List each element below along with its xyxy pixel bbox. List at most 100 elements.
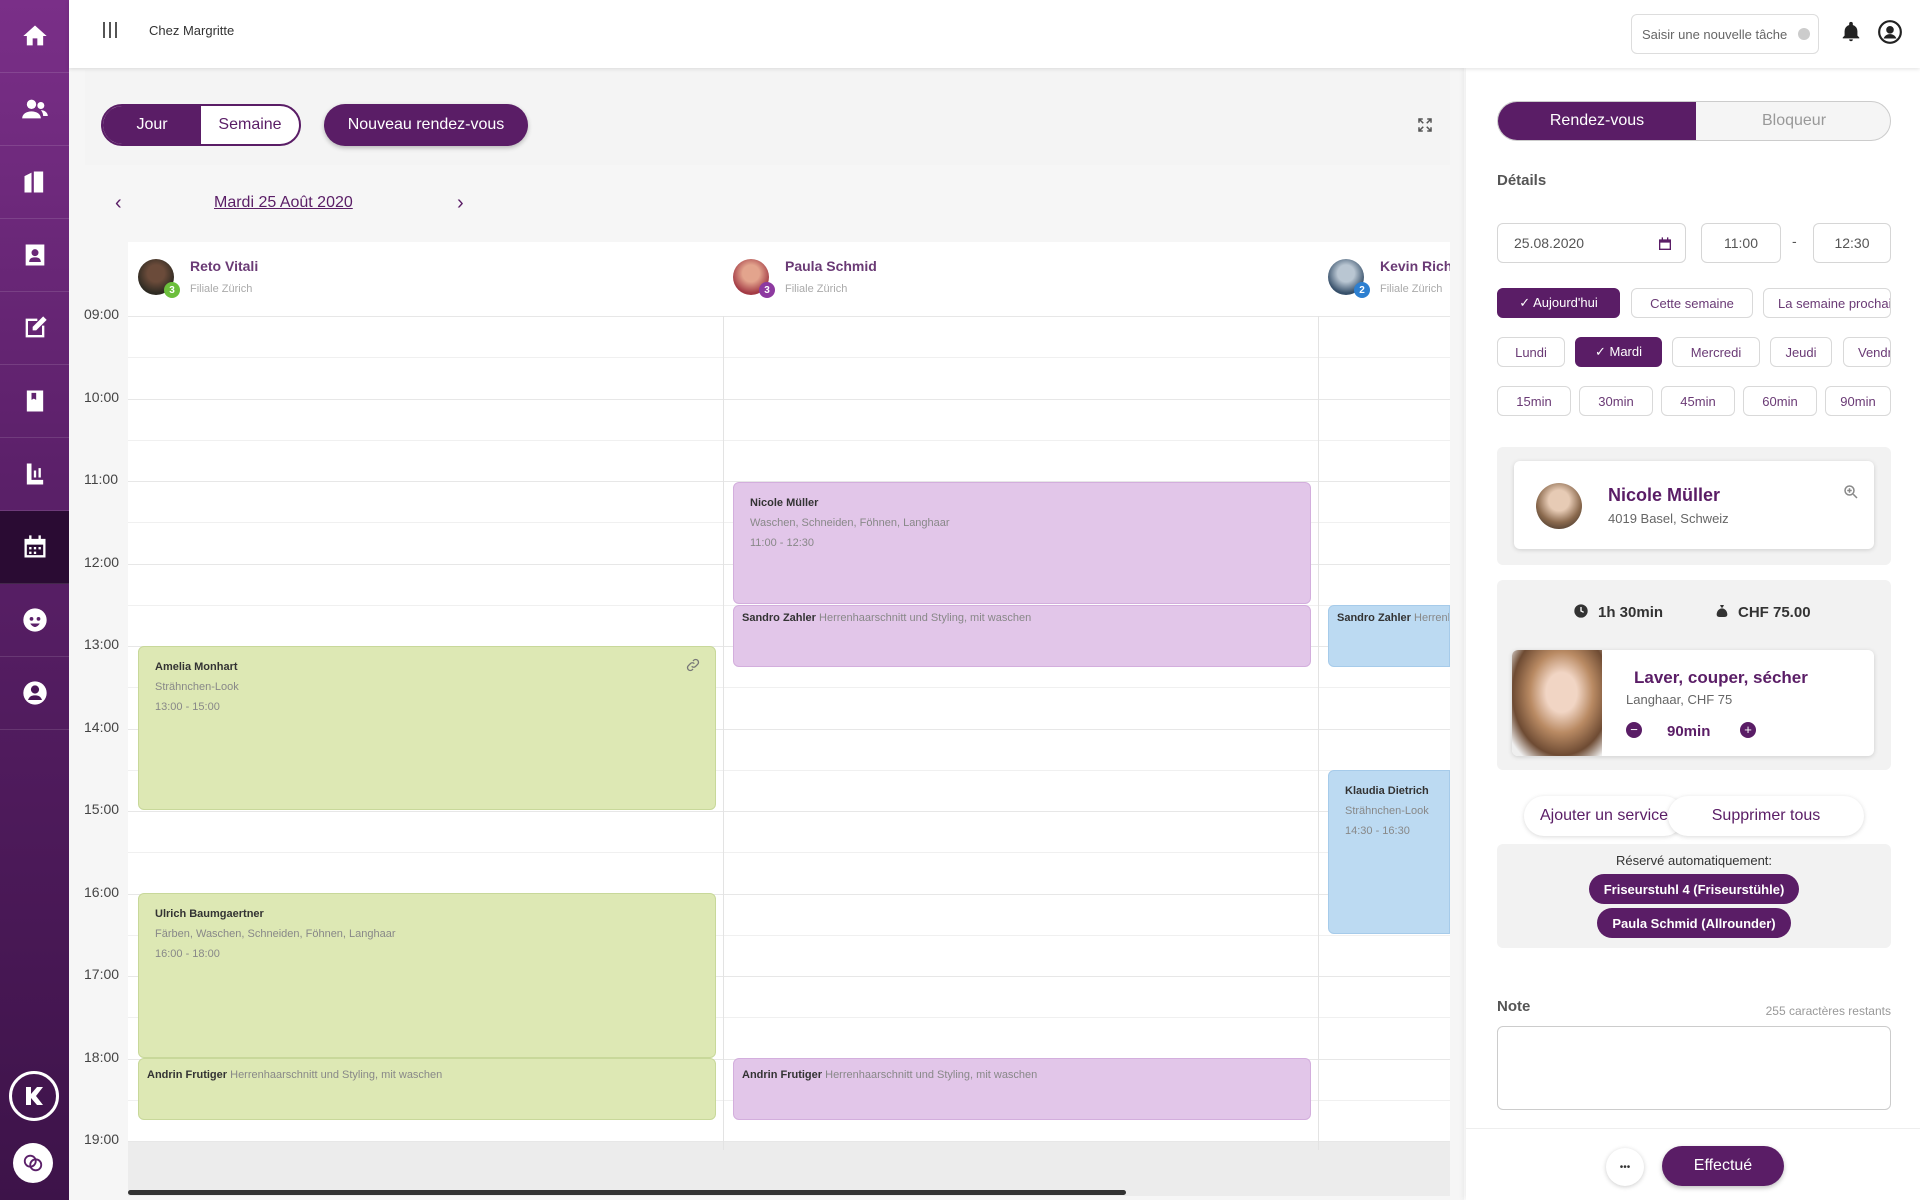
resource-chip[interactable]: Paula Schmid (Allrounder) [1597, 908, 1791, 938]
fullscreen-icon[interactable] [1416, 116, 1434, 134]
appointment-block[interactable]: Andrin Frutiger Herrenhaarschnitt und St… [138, 1058, 716, 1120]
appointment-client: Sandro Zahler [742, 612, 816, 624]
chip-60min[interactable]: 60min [1743, 386, 1817, 416]
tab-appointment[interactable]: Rendez-vous [1498, 102, 1696, 140]
view-week-button[interactable]: Semaine [201, 106, 299, 144]
clear-icon[interactable] [1798, 28, 1810, 40]
task-input[interactable]: Saisir une nouvelle tâche [1631, 14, 1819, 54]
nav-account[interactable] [0, 657, 69, 730]
appointment-block[interactable]: Andrin Frutiger Herrenhaarschnitt und St… [733, 1058, 1311, 1120]
service-card[interactable]: Laver, couper, sécher Langhaar, CHF 75 −… [1512, 650, 1874, 756]
account-icon [22, 681, 47, 705]
add-service-button[interactable]: Ajouter un service [1524, 796, 1684, 836]
total-duration: 1h 30min [1598, 604, 1664, 621]
chip-this-week[interactable]: Cette semaine [1631, 288, 1753, 318]
menu-toggle-icon[interactable] [103, 22, 117, 40]
appointment-client: Klaudia Dietrich [1345, 785, 1429, 797]
nav-book[interactable] [0, 365, 69, 438]
appointment-client: Ulrich Baumgaertner [155, 908, 264, 920]
chip-next-week[interactable]: La semaine prochaine [1763, 288, 1891, 318]
appointment-client: Amelia Monhart [155, 661, 238, 673]
start-time-input[interactable]: 11:00 [1701, 223, 1781, 263]
chip-monday[interactable]: Lundi [1497, 337, 1565, 367]
chip-friday[interactable]: Vendredi [1843, 337, 1891, 367]
appointment-block[interactable]: Ulrich Baumgaertner Färben, Waschen, Sch… [138, 893, 716, 1058]
note-label: Note [1497, 998, 1531, 1015]
appointment-service: Herrenhaarschnitt und Styling, mit wasch… [825, 1069, 1038, 1081]
building-icon [24, 171, 43, 193]
time-separator: - [1792, 233, 1797, 249]
appointment-block[interactable]: Sandro Zahler Herrenhaarschnitt und Styl… [733, 605, 1311, 667]
half-hour-gridline [128, 439, 1450, 441]
resource-chip[interactable]: Friseurstuhl 4 (Friseurstühle) [1589, 874, 1799, 904]
service-duration: 90min [1667, 723, 1711, 740]
calendar-picker-icon[interactable] [1657, 236, 1673, 252]
bell-icon[interactable] [1840, 21, 1862, 43]
chip-90min[interactable]: 90min [1825, 386, 1891, 416]
appointment-time: 13:00 - 15:00 [155, 701, 220, 713]
hour-label: 11:00 [84, 471, 118, 487]
zoom-in-icon[interactable] [1842, 483, 1860, 501]
nav-buildings[interactable] [0, 146, 69, 219]
total-price: CHF 75.00 [1738, 604, 1811, 621]
panel-tabs: Rendez-vous Bloqueur [1497, 101, 1891, 141]
appointment-service: Strähnchen-Look [1345, 805, 1429, 817]
prev-day-chevron-icon[interactable]: ‹ [115, 192, 122, 215]
edit-icon [25, 316, 47, 338]
date-label[interactable]: Mardi 25 Août 2020 [214, 194, 353, 212]
hour-gridline [128, 1141, 1450, 1142]
hour-label: 16:00 [84, 883, 120, 900]
chip-thursday[interactable]: Jeudi [1770, 337, 1832, 367]
appointment-client: Nicole Müller [750, 497, 819, 509]
date-input[interactable]: 25.08.2020 [1497, 223, 1686, 263]
brand-logo[interactable] [9, 1071, 59, 1121]
user-profile-icon[interactable] [1877, 19, 1903, 45]
chip-15min[interactable]: 15min [1497, 386, 1571, 416]
end-time-input[interactable]: 12:30 [1813, 223, 1891, 263]
more-options-button[interactable]: ••• [1606, 1148, 1644, 1186]
decrease-duration-icon[interactable]: − [1626, 722, 1642, 738]
appointment-service: Herrenhaarschnitt und Styling, mit wasch… [819, 612, 1032, 624]
appointment-time: 11:00 - 12:30 [750, 537, 815, 549]
appointment-service: Färben, Waschen, Schneiden, Föhnen, Lang… [155, 928, 396, 940]
chart-icon [26, 463, 43, 485]
money-bag-icon [1716, 605, 1728, 617]
appointment-block[interactable]: Amelia Monhart Strähnchen-Look 13:00 - 1… [138, 646, 716, 810]
staff-header-row [128, 242, 1450, 316]
appointment-block[interactable]: Klaudia Dietrich Strähnchen-Look 14:30 -… [1328, 770, 1450, 934]
nav-contacts[interactable] [0, 219, 69, 292]
tab-blocker[interactable]: Bloqueur [1696, 102, 1890, 140]
link-icon[interactable] [685, 657, 701, 673]
hour-gridline [128, 316, 1450, 317]
nav-users[interactable] [0, 73, 69, 146]
new-appointment-button[interactable]: Nouveau rendez-vous [324, 104, 528, 146]
calendar-icon [24, 535, 45, 558]
chip-tuesday[interactable]: ✓ Mardi [1575, 337, 1662, 367]
appointment-service: Strähnchen-Look [155, 681, 239, 693]
nav-home[interactable] [0, 0, 69, 73]
client-card[interactable]: Nicole Müller 4019 Basel, Schweiz [1514, 461, 1874, 549]
note-textarea[interactable] [1497, 1026, 1891, 1110]
nav-edit[interactable] [0, 292, 69, 365]
chip-today[interactable]: ✓ Aujourd'hui [1497, 288, 1620, 318]
nav-calendar[interactable] [0, 511, 69, 584]
horizontal-scrollbar[interactable] [128, 1190, 1126, 1195]
nav-clients[interactable] [0, 584, 69, 657]
increase-duration-icon[interactable]: + [1740, 722, 1756, 738]
done-button[interactable]: Effectué [1662, 1146, 1784, 1186]
staff-header-kevin[interactable]: 2 Kevin Richards Filiale Zürich [1320, 250, 1450, 310]
chat-icon [23, 1154, 43, 1172]
chip-wednesday[interactable]: Mercredi [1672, 337, 1760, 367]
appointment-block[interactable]: Sandro Zahler Herrenhaarschnitt und Styl… [1328, 605, 1450, 667]
next-day-chevron-icon[interactable]: › [457, 192, 464, 215]
chat-button[interactable] [13, 1143, 53, 1183]
view-day-button[interactable]: Jour [103, 106, 201, 144]
nav-reports[interactable] [0, 438, 69, 511]
appointment-time: 16:00 - 18:00 [155, 948, 220, 960]
appointment-block[interactable]: Nicole Müller Waschen, Schneiden, Föhnen… [733, 482, 1311, 604]
column-divider [1318, 316, 1319, 1150]
topbar: Chez Margritte Saisir une nouvelle tâche [69, 0, 1920, 68]
remove-all-button[interactable]: Supprimer tous [1668, 796, 1864, 836]
chip-30min[interactable]: 30min [1579, 386, 1653, 416]
chip-45min[interactable]: 45min [1661, 386, 1735, 416]
